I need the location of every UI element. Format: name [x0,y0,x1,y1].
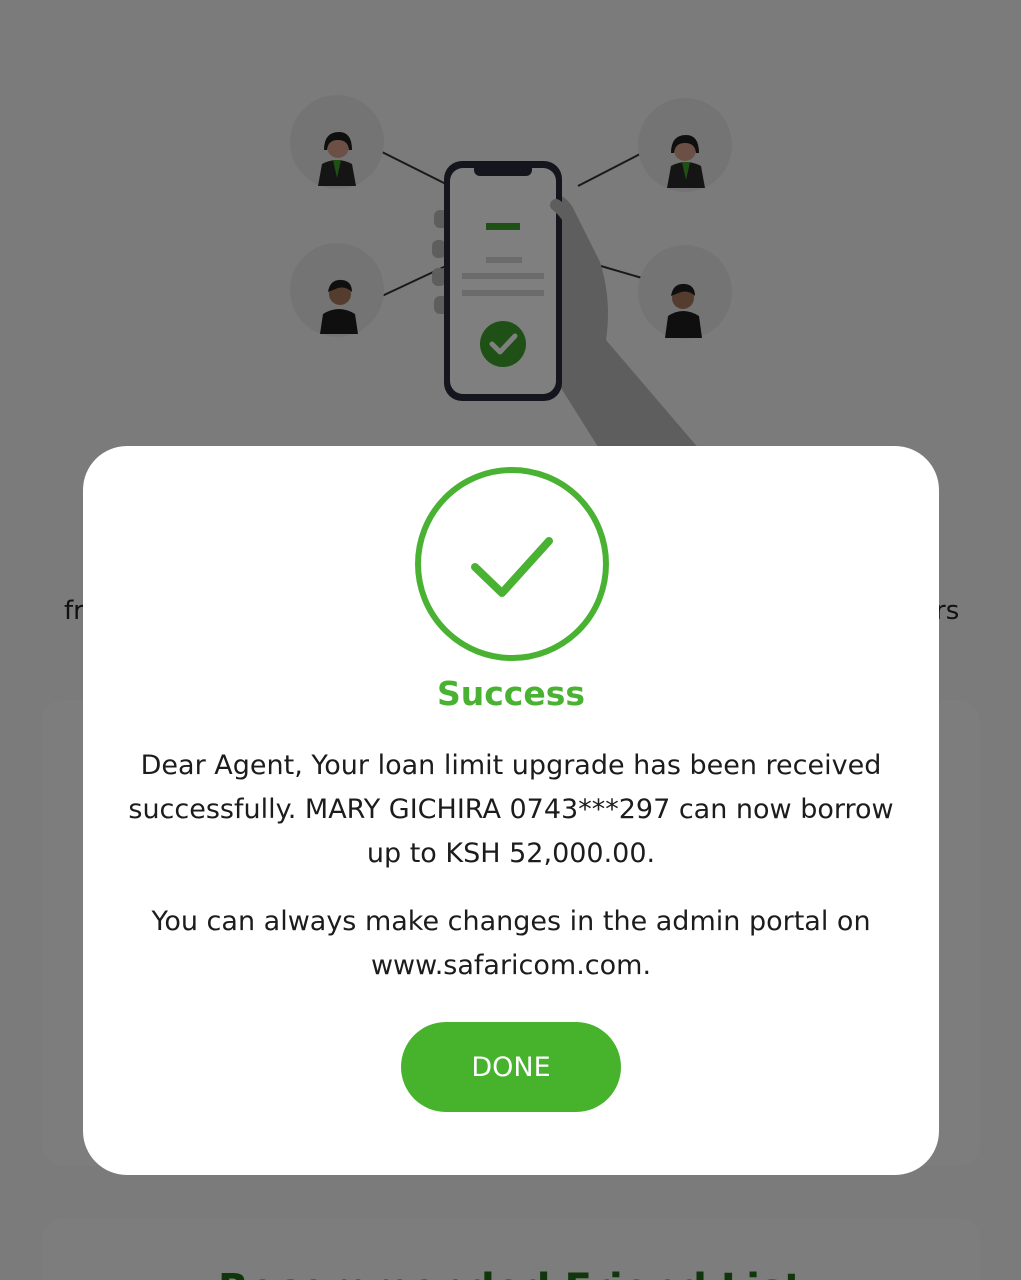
dialog-note: You can always make changes in the admin… [151,906,871,981]
checkmark-circle-icon [415,467,609,661]
success-dialog: Success Dear Agent, Your loan limit upgr… [83,446,939,1175]
done-button[interactable]: DONE [401,1022,621,1112]
dialog-title: Success [436,674,586,713]
dialog-message: Dear Agent, Your loan limit upgrade has … [128,750,894,869]
